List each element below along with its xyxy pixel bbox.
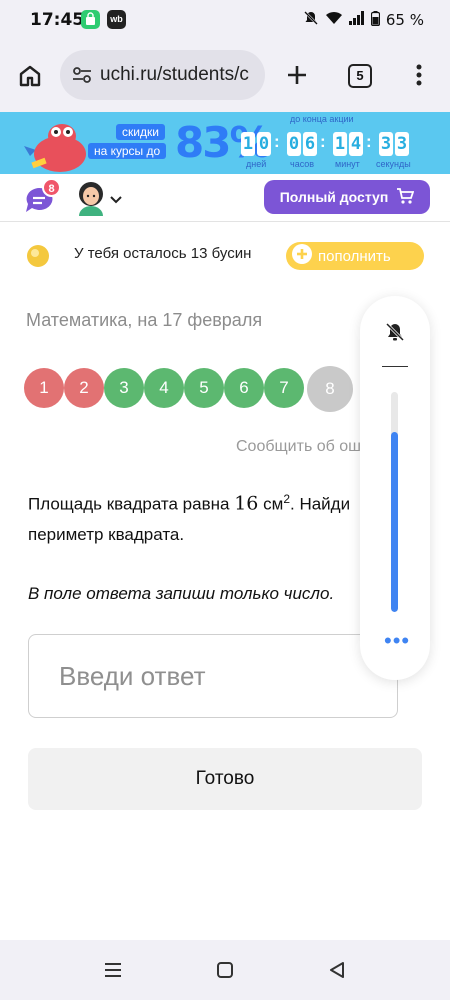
bell-off-icon[interactable]	[385, 322, 405, 347]
question-number: 16	[234, 492, 259, 515]
timer-digit: 0	[257, 132, 271, 156]
timer-digit: 6	[303, 132, 317, 156]
timer-digit: 1	[241, 132, 255, 156]
battery-icon	[370, 10, 380, 30]
lesson-title: Математика, на 17 февраля	[26, 310, 263, 330]
volume-slider[interactable]	[391, 392, 398, 612]
chevron-down-icon[interactable]	[110, 192, 122, 210]
dino-mascot-icon	[22, 116, 94, 174]
battery-level: 65 %	[385, 11, 424, 29]
volume-slider-fill	[391, 431, 398, 612]
promo-until-label: до конца акции	[290, 114, 354, 124]
app-header: 8 Полный доступ	[0, 174, 450, 222]
timer-digit: 1	[333, 132, 347, 156]
task-circle[interactable]: 1	[24, 368, 64, 408]
home-button-icon[interactable]	[216, 962, 234, 983]
browser-toolbar: uchi.ru/students/c 5	[0, 40, 450, 112]
avatar[interactable]	[76, 180, 106, 221]
promo-tag-line1: скидки	[116, 124, 165, 140]
plus-circle-icon	[292, 244, 312, 268]
answer-input[interactable]	[28, 634, 398, 718]
timer-digit: 3	[395, 132, 409, 156]
full-access-label: Полный доступ	[279, 189, 389, 205]
answer-instruction: В поле ответа запиши только число.	[28, 584, 335, 603]
site-settings-icon[interactable]	[72, 66, 92, 89]
url-text: uchi.ru/students/c	[100, 64, 249, 85]
shopping-bag-icon	[81, 10, 100, 29]
menu-dots-icon[interactable]	[416, 64, 422, 91]
question-before: Площадь квадрата равна	[28, 494, 235, 514]
task-circle[interactable]: 5	[184, 368, 224, 408]
address-bar[interactable]: uchi.ru/students/c	[60, 50, 265, 100]
topup-button[interactable]: пополнить	[286, 242, 424, 270]
panel-divider	[382, 366, 408, 367]
task-circle[interactable]: 7	[264, 368, 304, 408]
back-icon[interactable]	[328, 962, 346, 983]
timer-unit-minutes: минут	[335, 159, 360, 169]
timer-digit: 4	[349, 132, 363, 156]
timer-digit: 3	[379, 132, 393, 156]
recents-icon[interactable]	[104, 962, 122, 983]
promo-tag-line2: на курсы до	[88, 143, 167, 159]
task-circle[interactable]: 4	[144, 368, 184, 408]
task-circle[interactable]: 3	[104, 368, 144, 408]
timer-unit-hours: часов	[290, 159, 315, 169]
timer-colon: :	[320, 132, 326, 151]
topup-label: пополнить	[318, 247, 391, 265]
status-bar: 17:45 wb 65 %	[0, 0, 450, 40]
more-dots-icon[interactable]: •••	[384, 630, 410, 652]
timer-colon: :	[366, 132, 372, 151]
question-text: Площадь квадрата равна 16 см2. Найди пер…	[28, 484, 388, 550]
timer-unit-days: дней	[246, 159, 267, 169]
bead-icon	[26, 244, 50, 273]
full-access-button[interactable]: Полный доступ	[264, 180, 430, 214]
cart-icon	[396, 187, 415, 207]
mute-icon	[303, 10, 319, 30]
wifi-icon	[325, 11, 343, 29]
timer-colon: :	[274, 132, 280, 151]
system-nav-bar	[0, 940, 450, 1000]
timer-digit: 0	[287, 132, 301, 156]
signal-icon	[348, 11, 365, 29]
question-unit: см	[258, 494, 284, 514]
new-tab-icon[interactable]	[286, 64, 308, 91]
task-circle[interactable]: 6	[224, 368, 264, 408]
timer-unit-seconds: секунды	[376, 159, 411, 169]
done-button[interactable]: Готово	[28, 748, 422, 810]
beads-balance-text: У тебя осталось 13 бусин	[74, 245, 252, 262]
question-exponent: 2	[283, 492, 290, 506]
task-circle[interactable]: 2	[64, 368, 104, 408]
floating-volume-panel: •••	[360, 296, 430, 680]
task-circle[interactable]: 8	[307, 366, 353, 412]
messages-badge: 8	[42, 178, 61, 197]
status-time: 17:45	[30, 10, 85, 30]
status-icons: 65 %	[303, 10, 424, 30]
wildberries-icon: wb	[107, 10, 126, 29]
home-icon[interactable]	[18, 64, 42, 93]
tabs-count-button[interactable]: 5	[348, 64, 372, 88]
promo-banner[interactable]: скидки на курсы до 83% до конца акции 1 …	[0, 112, 450, 174]
